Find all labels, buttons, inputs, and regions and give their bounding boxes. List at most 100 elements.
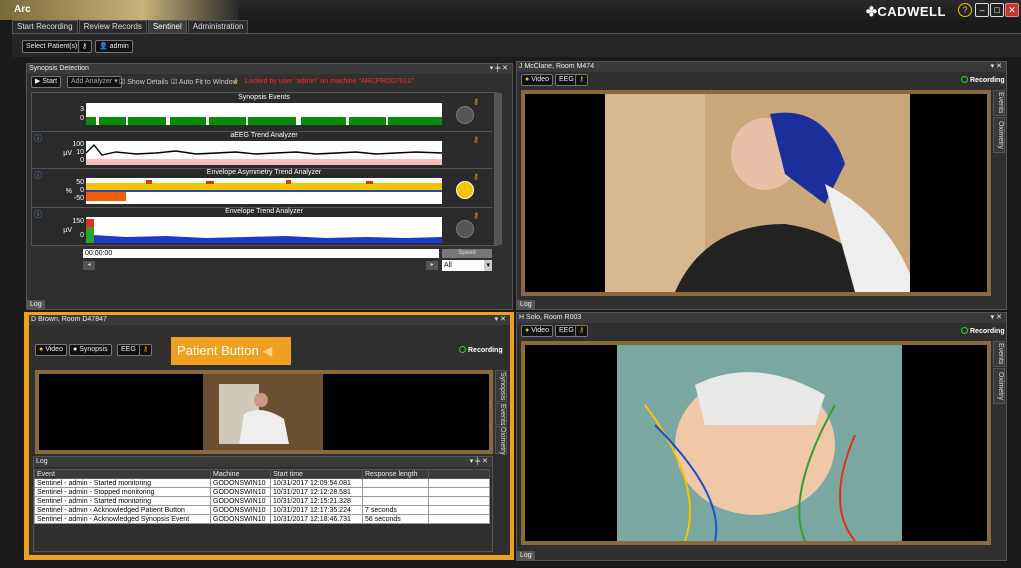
recording-status: Recording <box>961 76 1005 84</box>
room2-log-panel: Log ▾ ╪ ✕ Event Machine Start time Respon… <box>33 456 493 552</box>
room1-panel: J McClane, Room M474 ▾ ✕ ● Video EEG ⚷ Re… <box>516 61 1007 310</box>
time-field[interactable]: 00:00:00 <box>83 249 439 258</box>
bell-icon: ◀ <box>262 343 273 358</box>
recording-icon <box>961 76 968 83</box>
trend-settings-icon[interactable]: ⚷ <box>473 135 479 144</box>
scroll-right-icon[interactable]: ▸ <box>426 261 438 270</box>
info-icon[interactable]: ⓘ <box>34 133 42 144</box>
log-tab[interactable]: Log <box>27 300 45 310</box>
close-icon[interactable]: ✕ <box>1005 3 1019 17</box>
maximize-icon[interactable]: □ <box>990 3 1004 17</box>
key-icon[interactable]: ⚷ <box>78 40 92 53</box>
col-extra <box>428 469 490 479</box>
trend-aeeg: ⓘ aEEG Trend Analyzer µV 100 10 0 ⚷ <box>32 131 492 167</box>
panel-controls[interactable]: ▾ ✕ <box>991 313 1006 323</box>
synopsis-header: Synopsis Detection ▾ ╪ ✕ <box>27 64 512 74</box>
log-tab[interactable]: Log <box>517 300 535 310</box>
help-icon[interactable]: ? <box>958 3 972 17</box>
side-tab-oximetry[interactable]: Oximetry <box>993 117 1005 153</box>
key-icon[interactable]: ⚷ <box>139 344 153 356</box>
side-tab-synopsis[interactable]: Synopsis <box>495 370 507 402</box>
recording-icon <box>961 327 968 334</box>
video-toggle[interactable]: ● Video <box>521 325 553 337</box>
lock-key-icon: ⚷ <box>233 78 239 85</box>
side-tab-events[interactable]: Events <box>993 90 1005 116</box>
log-header-row: Event Machine Start time Response length <box>34 469 490 479</box>
app-title: Arc <box>14 4 31 15</box>
side-tab-oximetry[interactable]: Oximetry <box>993 368 1005 404</box>
info-icon[interactable]: ⓘ <box>34 170 42 181</box>
user-button[interactable]: 👤 admin <box>95 40 133 53</box>
video-toggle[interactable]: ● Video <box>521 74 553 86</box>
add-analyzer-dropdown[interactable]: Add Analyzer ▾ <box>67 76 122 88</box>
tab-administration[interactable]: Administration <box>187 20 249 33</box>
brand-logo: ✤CADWELL <box>866 4 946 19</box>
speed-control[interactable]: Speed <box>442 249 492 258</box>
title-banner <box>0 0 238 20</box>
recording-status: Recording <box>961 327 1005 335</box>
table-row[interactable]: Sentinel - admin - Started monitoring GOD… <box>34 496 490 506</box>
col-response-length[interactable]: Response length <box>362 469 429 479</box>
patient-video-image <box>525 94 987 292</box>
panel-controls[interactable]: ▾ ╪ ✕ <box>470 457 492 467</box>
tab-start-recording[interactable]: Start Recording <box>12 20 78 33</box>
main-tabs: Start Recording Review Records Sentinel … <box>12 20 249 33</box>
col-start-time[interactable]: Start time <box>270 469 363 479</box>
trend-scrollbar[interactable] <box>494 93 502 245</box>
trend-envelope: ⓘ Envelope Trend Analyzer µV 150 0 ⚷ <box>32 207 492 245</box>
trend-indicator <box>456 220 474 238</box>
room3-panel: H Solo, Room R003 ▾ ✕ ● Video EEG ⚷ Recor… <box>516 312 1007 561</box>
patient-video-image <box>525 345 987 542</box>
room2-video[interactable] <box>35 370 493 454</box>
table-row[interactable]: Sentinel - admin - Stopped monitoring GOD… <box>34 487 490 497</box>
envelope-chart <box>86 217 442 243</box>
trend-alert-indicator <box>456 181 474 199</box>
synopsis-toggle[interactable]: ● Synopsis <box>69 344 112 356</box>
panel-controls[interactable]: ▾ ✕ <box>495 315 510 325</box>
trend-settings-icon[interactable]: ⚷ <box>473 97 479 106</box>
side-tab-events[interactable]: Events <box>993 341 1005 367</box>
trend-indicator <box>456 106 474 124</box>
key-icon[interactable]: ⚷ <box>575 74 589 86</box>
start-button[interactable]: ▶ Start <box>31 76 62 88</box>
side-tab-oximetry[interactable]: Oximetry <box>495 426 507 455</box>
table-row[interactable]: Sentinel - admin - Acknowledged Synopsis… <box>34 514 490 524</box>
room1-header: J McClane, Room M474 ▾ ✕ <box>517 62 1006 72</box>
key-icon[interactable]: ⚷ <box>575 325 589 337</box>
col-machine[interactable]: Machine <box>210 469 271 479</box>
aeeg-chart <box>86 141 442 165</box>
table-row[interactable]: Sentinel - admin - Acknowledged Patient … <box>34 505 490 515</box>
side-tab-events[interactable]: Events <box>495 403 507 425</box>
room3-video[interactable] <box>521 341 991 545</box>
patient-button-alert[interactable]: Patient Button ◀ <box>171 337 291 365</box>
eeg-button[interactable]: EEG <box>117 344 140 356</box>
table-row[interactable]: Sentinel - admin - Started monitoring GOD… <box>34 478 490 488</box>
locked-message: Locked by user "admin" on machine "ARCPR… <box>245 78 415 85</box>
recording-icon <box>459 346 466 353</box>
trend-synopsis-events: Synopsis Events 3 0 ⚷ <box>32 94 492 130</box>
room3-header: H Solo, Room R003 ▾ ✕ <box>517 313 1006 323</box>
trend-list: Synopsis Events 3 0 ⚷ ⓘ aEEG Trend Analy… <box>31 92 502 246</box>
filter-dropdown[interactable]: All ▾ <box>442 260 492 271</box>
panel-controls[interactable]: ▾ ╪ ✕ <box>490 64 512 74</box>
toolbar <box>12 33 1021 57</box>
log-table: Event Machine Start time Response length… <box>34 469 490 524</box>
log-tab[interactable]: Log <box>517 551 535 561</box>
select-patients-button[interactable]: Select Patient(s) <box>22 40 82 53</box>
scroll-left-icon[interactable]: ◂ <box>83 261 95 270</box>
tab-sentinel[interactable]: Sentinel <box>147 20 187 33</box>
info-icon[interactable]: ⓘ <box>34 209 42 220</box>
col-event[interactable]: Event <box>34 469 211 479</box>
minimize-icon[interactable]: – <box>975 3 989 17</box>
room2-header: D Brown, Room D47847 ▾ ✕ <box>29 315 510 325</box>
tab-review-records[interactable]: Review Records <box>78 20 147 33</box>
trend-settings-icon[interactable]: ⚷ <box>473 172 479 181</box>
trend-settings-icon[interactable]: ⚷ <box>473 211 479 220</box>
show-details-checkbox[interactable]: ☑ Show Details <box>119 78 168 86</box>
room1-video[interactable] <box>521 90 991 296</box>
video-toggle[interactable]: ● Video <box>35 344 67 356</box>
log-header: Log ▾ ╪ ✕ <box>34 457 492 467</box>
panel-controls[interactable]: ▾ ✕ <box>991 62 1006 72</box>
user-icon: 👤 <box>99 43 110 50</box>
auto-fit-checkbox[interactable]: ☑ Auto Fit to Window <box>171 78 238 86</box>
